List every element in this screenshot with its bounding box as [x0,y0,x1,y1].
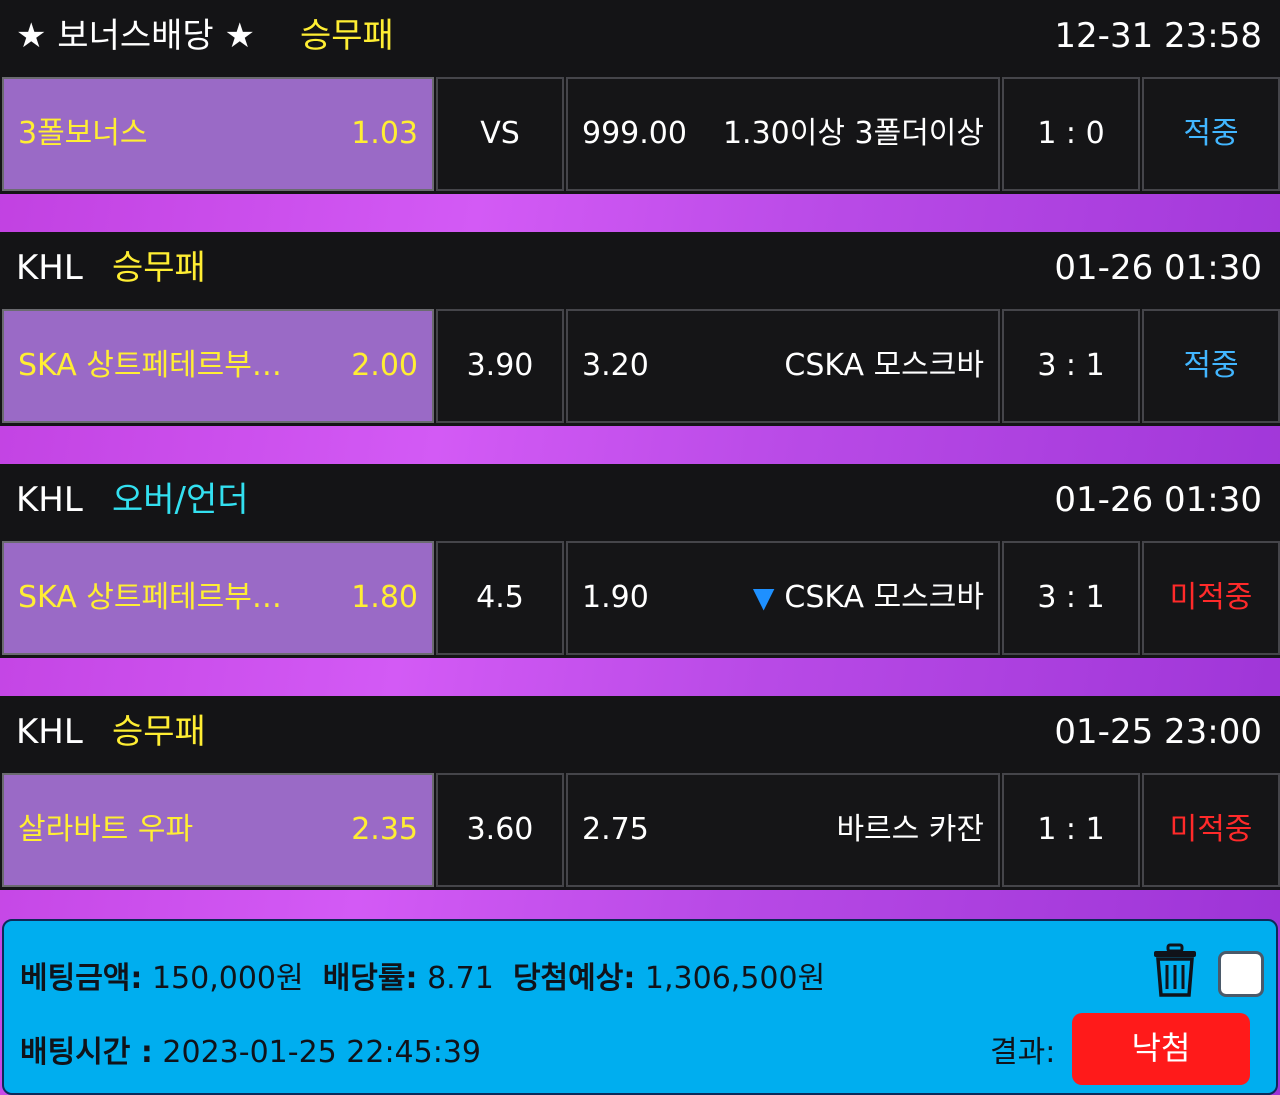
home-pick[interactable]: 3폴보너스 1.03 [2,77,434,191]
bet-header: KHL 승무패 01-25 23:00 [0,696,1280,770]
match-time: 01-26 01:30 [1054,248,1262,288]
away-team: 바르스 카잔 [836,812,984,847]
final-score: 1 : 1 [1002,773,1140,887]
market-type: 승무패 [300,16,394,56]
away-pick: 999.00 1.30이상 3폴더이상 [566,77,1000,191]
bet-amount-value: 150,000원 [151,961,304,996]
result-button[interactable]: 낙첨 [1072,1013,1250,1085]
away-pick: 1.90 ▼ CSKA 모스크바 [566,541,1000,655]
home-team: SKA 상트페테르부… [18,580,282,615]
away-team-wrap: 바르스 카잔 [836,775,984,885]
trash-icon[interactable] [1152,943,1198,997]
expected-win-label: 당첨예상: [512,961,636,996]
league-name: KHL [16,480,83,520]
bet-time-line: 배팅시간 : 2023-01-25 22:45:39 [20,1027,481,1071]
home-odds: 2.00 [351,348,418,383]
league-name: ★ 보너스배당 ★ [16,16,255,56]
match-time: 01-25 23:00 [1054,712,1262,752]
away-team: 1.30이상 3폴더이상 [722,116,984,151]
home-odds: 1.80 [351,580,418,615]
draw-odds: 3.60 [436,773,564,887]
away-pick: 3.20 CSKA 모스크바 [566,309,1000,423]
bet-time-label: 배팅시간 : [20,1035,153,1070]
away-odds: 999.00 [582,116,687,151]
market-type: 오버/언더 [112,480,249,520]
pick-result: 미적중 [1142,541,1280,655]
away-pick: 2.75 바르스 카잔 [566,773,1000,887]
bet-summary-panel: 베팅금액: 150,000원 배당률: 8.71 당첨예상: 1,306,500… [2,919,1278,1095]
pick-result: 미적중 [1142,773,1280,887]
draw-odds: VS [436,77,564,191]
down-arrow-icon: ▼ [752,581,775,614]
home-pick[interactable]: SKA 상트페테르부… 2.00 [2,309,434,423]
match-time: 12-31 23:58 [1054,16,1262,56]
bet-header: KHL 승무패 01-26 01:30 [0,232,1280,306]
pick-result: 적중 [1142,309,1280,423]
home-pick[interactable]: 살라바트 우파 2.35 [2,773,434,887]
bet-time-value: 2023-01-25 22:45:39 [162,1035,482,1070]
home-team: 살라바트 우파 [18,812,194,847]
result-label: 결과: [990,1035,1056,1070]
bet-amount-label: 베팅금액: [20,961,143,996]
home-odds: 1.03 [351,116,418,151]
bet-row: SKA 상트페테르부… 1.80 4.5 1.90 ▼ CSKA 모스크바 3 :… [0,538,1280,658]
league-name: KHL [16,248,83,288]
expected-win-value: 1,306,500원 [644,961,826,996]
draw-odds: 3.90 [436,309,564,423]
away-odds: 3.20 [582,348,649,383]
total-odds-value: 8.71 [427,961,494,996]
market-type: 승무패 [112,248,206,288]
bet-summary-line: 베팅금액: 150,000원 배당률: 8.71 당첨예상: 1,306,500… [20,953,825,997]
bet-header: ★ 보너스배당 ★ 승무패 12-31 23:58 [0,0,1280,74]
away-team-wrap: 1.30이상 3폴더이상 [723,79,984,189]
away-team-wrap: CSKA 모스크바 [784,311,984,421]
away-team: CSKA 모스크바 [784,348,984,383]
bet-row: SKA 상트페테르부… 2.00 3.90 3.20 CSKA 모스크바 3 :… [0,306,1280,426]
match-time: 01-26 01:30 [1054,480,1262,520]
home-team: 3폴보너스 [18,116,148,151]
bet-row: 살라바트 우파 2.35 3.60 2.75 바르스 카잔 1 : 1 미적중 [0,770,1280,890]
final-score: 1 : 0 [1002,77,1140,191]
league-name: KHL [16,712,83,752]
final-score: 3 : 1 [1002,541,1140,655]
final-score: 3 : 1 [1002,309,1140,423]
away-team: CSKA 모스크바 [784,580,984,615]
total-odds-label: 배당률: [322,961,418,996]
market-type: 승무패 [112,712,206,752]
bet-header: KHL 오버/언더 01-26 01:30 [0,464,1280,538]
pick-result: 적중 [1142,77,1280,191]
home-pick[interactable]: SKA 상트페테르부… 1.80 [2,541,434,655]
select-checkbox[interactable] [1218,951,1264,997]
home-odds: 2.35 [351,812,418,847]
away-odds: 2.75 [582,812,649,847]
handicap-line: 4.5 [436,541,564,655]
away-team-wrap: ▼ CSKA 모스크바 [753,543,984,653]
away-odds: 1.90 [582,580,649,615]
bet-row: 3폴보너스 1.03 VS 999.00 1.30이상 3폴더이상 1 : 0 … [0,74,1280,194]
home-team: SKA 상트페테르부… [18,348,282,383]
